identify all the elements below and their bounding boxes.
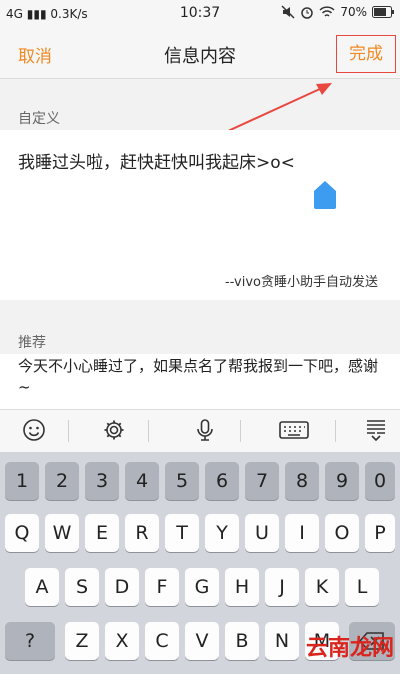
key[interactable]: C — [145, 622, 179, 660]
watermark: 云南龙网 — [305, 636, 394, 661]
key[interactable]: L — [345, 568, 379, 606]
key[interactable]: T — [165, 514, 199, 552]
key[interactable]: V — [185, 622, 219, 660]
keyboard-icon[interactable] — [279, 418, 309, 442]
key[interactable]: W — [45, 514, 79, 552]
key[interactable]: 2 — [45, 462, 79, 500]
key[interactable]: 3 — [85, 462, 119, 500]
key[interactable]: Q — [5, 514, 39, 552]
key[interactable]: 1 — [5, 462, 39, 500]
key[interactable]: U — [245, 514, 279, 552]
key[interactable]: D — [105, 568, 139, 606]
recommend-text: 今天不小心睡过了，如果点名了帮我报到一下吧，感谢~ — [18, 357, 379, 396]
key[interactable]: P — [365, 514, 395, 552]
text-cursor-handle-icon[interactable] — [314, 181, 336, 209]
key[interactable]: G — [185, 568, 219, 606]
key[interactable]: S — [65, 568, 99, 606]
toolbar-divider — [68, 420, 69, 442]
key[interactable]: 9 — [325, 462, 359, 500]
key[interactable]: 7 — [245, 462, 279, 500]
key[interactable]: 6 — [205, 462, 239, 500]
key[interactable]: B — [225, 622, 259, 660]
key[interactable]: N — [265, 622, 299, 660]
key[interactable]: I — [285, 514, 319, 552]
key[interactable]: 4 — [125, 462, 159, 500]
recommend-label: 推荐 — [18, 335, 46, 351]
custom-message-box[interactable]: 我睡过头啦，赶快赶快叫我起床>o< --vivo贪睡小助手自动发送 — [0, 130, 400, 300]
custom-label: 自定义 — [18, 111, 60, 127]
key[interactable]: F — [145, 568, 179, 606]
symbols-key[interactable]: ? — [5, 622, 55, 660]
key[interactable]: K — [305, 568, 339, 606]
key[interactable]: 5 — [165, 462, 199, 500]
key[interactable]: O — [325, 514, 359, 552]
recommend-item[interactable]: 今天不小心睡过了，如果点名了帮我报到一下吧，感谢~ — [0, 354, 400, 409]
key[interactable]: X — [105, 622, 139, 660]
gear-icon[interactable] — [102, 418, 126, 442]
keyboard-toolbar — [0, 409, 400, 453]
key[interactable]: R — [125, 514, 159, 552]
signature-text: --vivo贪睡小助手自动发送 — [225, 275, 378, 290]
emoji-icon[interactable] — [22, 418, 46, 442]
key[interactable]: H — [225, 568, 259, 606]
key[interactable]: 8 — [285, 462, 319, 500]
key[interactable]: E — [85, 514, 119, 552]
key[interactable]: J — [265, 568, 299, 606]
key[interactable]: Y — [205, 514, 239, 552]
key[interactable]: 0 — [365, 462, 395, 500]
annotation-arrow — [227, 83, 332, 132]
toolbar-divider — [335, 420, 336, 442]
toolbar-divider — [148, 420, 149, 442]
custom-message-text[interactable]: 我睡过头啦，赶快赶快叫我起床>o< — [18, 148, 295, 173]
collapse-keyboard-icon[interactable] — [364, 418, 388, 442]
microphone-icon[interactable] — [193, 418, 217, 442]
key[interactable]: A — [25, 568, 59, 606]
toolbar-divider — [240, 420, 241, 442]
key[interactable]: Z — [65, 622, 99, 660]
